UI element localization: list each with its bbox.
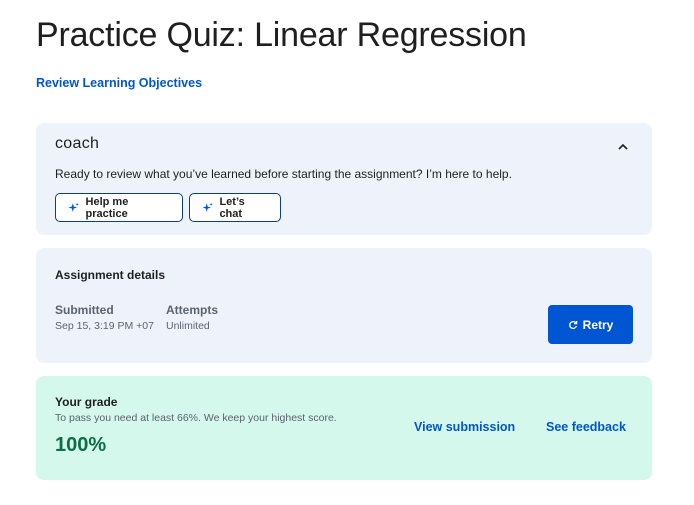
assignment-details-panel: Assignment details Submitted Sep 15, 3:1… — [36, 248, 652, 363]
sparkle-icon — [68, 202, 79, 212]
grade-note: To pass you need at least 66%. We keep y… — [55, 412, 337, 424]
submitted-value: Sep 15, 3:19 PM +07 — [55, 320, 154, 332]
view-submission-link[interactable]: View submission — [414, 420, 515, 434]
refresh-icon — [568, 320, 577, 329]
page-title: Practice Quiz: Linear Regression — [36, 16, 527, 54]
coach-logo: coach — [55, 135, 100, 152]
see-feedback-link[interactable]: See feedback — [546, 420, 626, 434]
assignment-details-heading: Assignment details — [55, 268, 166, 282]
retry-label: Retry — [582, 317, 614, 332]
grade-value: 100% — [55, 434, 107, 456]
sparkle-icon — [202, 202, 213, 212]
attempts-label: Attempts — [166, 303, 219, 317]
submitted-label: Submitted — [55, 303, 114, 317]
grade-panel: Your grade To pass you need at least 66%… — [36, 376, 652, 480]
help-me-practice-label: Help me practice — [85, 195, 129, 220]
lets-chat-label: Let’s chat — [219, 195, 245, 220]
review-objectives-link[interactable]: Review Learning Objectives — [36, 76, 202, 90]
chevron-up-icon[interactable] — [612, 135, 634, 157]
coach-panel: coach Ready to review what you’ve learne… — [36, 123, 652, 235]
grade-heading: Your grade — [55, 395, 118, 409]
coach-message: Ready to review what you’ve learned befo… — [55, 167, 512, 181]
help-me-practice-button[interactable]: Help me practice — [55, 193, 183, 222]
retry-button[interactable]: Retry — [548, 305, 633, 344]
lets-chat-button[interactable]: Let’s chat — [189, 193, 281, 222]
attempts-value: Unlimited — [166, 320, 210, 332]
